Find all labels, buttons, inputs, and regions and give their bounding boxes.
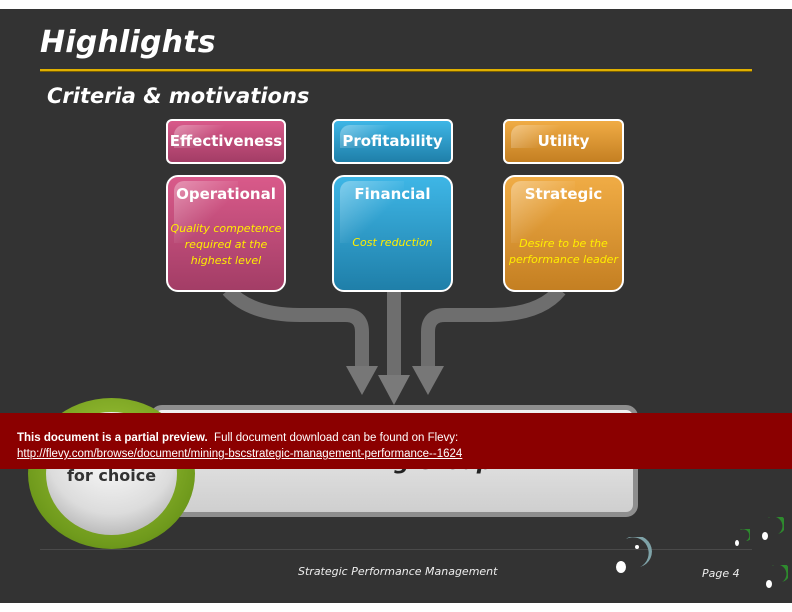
criteria-header-label: Profitability [342,132,443,150]
page-number: Page 4 [702,567,740,580]
crescent-medium-icon [766,565,788,588]
footer-title: Strategic Performance Management [298,565,498,578]
slide: Highlights Criteria & motivations Effect… [0,9,792,603]
criteria-card-financial: Financial Cost reduction [332,175,453,292]
arrow-right-head [412,366,444,395]
crescent-small-icon [735,529,750,546]
criteria-header-utility: Utility [503,119,624,164]
criteria-card-operational: Operational Quality competence required … [166,175,286,292]
arrow-right-shaft [421,285,566,369]
criteria-header-label: Utility [537,132,590,150]
card-description: Cost reduction [352,236,433,249]
criteria-header-label: Effectiveness [169,132,283,150]
card-title: Strategic [524,185,603,203]
banner-text: Full document download can be found on F… [214,432,459,444]
arrow-left-head [346,366,378,395]
arrow-left-shaft [222,285,369,369]
banner-link[interactable]: http://flevy.com/browse/document/mining-… [17,448,462,460]
crescent-moon-icon [616,537,652,573]
criteria-header-effectiveness: Effectiveness [166,119,286,164]
criteria-card-strategic: Strategic Desire to be the performance l… [503,175,624,292]
card-title: Financial [354,185,431,203]
preview-banner: This document is a partial preview. Full… [0,413,792,469]
crescent-medium-icon [762,517,784,540]
card-description: Desire to be the performance leader [509,237,618,266]
arrow-center-head [378,375,410,405]
banner-bold-text: This document is a partial preview. [17,432,208,444]
card-title: Operational [176,185,276,203]
criteria-header-profitability: Profitability [332,119,453,164]
card-description: Quality competence required at the highe… [170,222,282,267]
banner-message: This document is a partial preview. Full… [17,432,458,444]
